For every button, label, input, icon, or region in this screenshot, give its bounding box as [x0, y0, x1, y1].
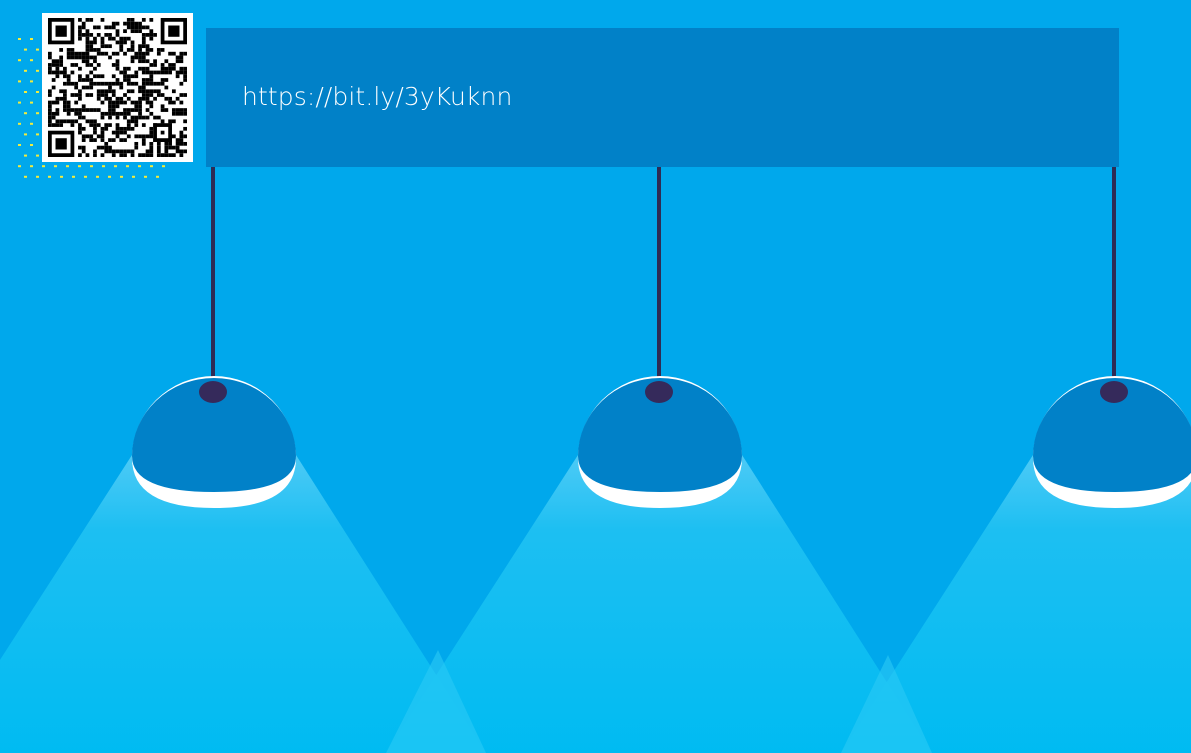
url-link[interactable]: https://bit.ly/3yKuknn: [242, 82, 512, 112]
lamp-left: [132, 376, 296, 508]
url-banner: https://bit.ly/3yKuknn: [206, 28, 1119, 167]
qr-code-icon: [48, 18, 187, 157]
lamp-scene: https://bit.ly/3yKuknn: [0, 0, 1191, 753]
qr-code: [42, 13, 193, 162]
lamp-right: [1033, 376, 1191, 508]
lamp-center: [578, 376, 742, 508]
